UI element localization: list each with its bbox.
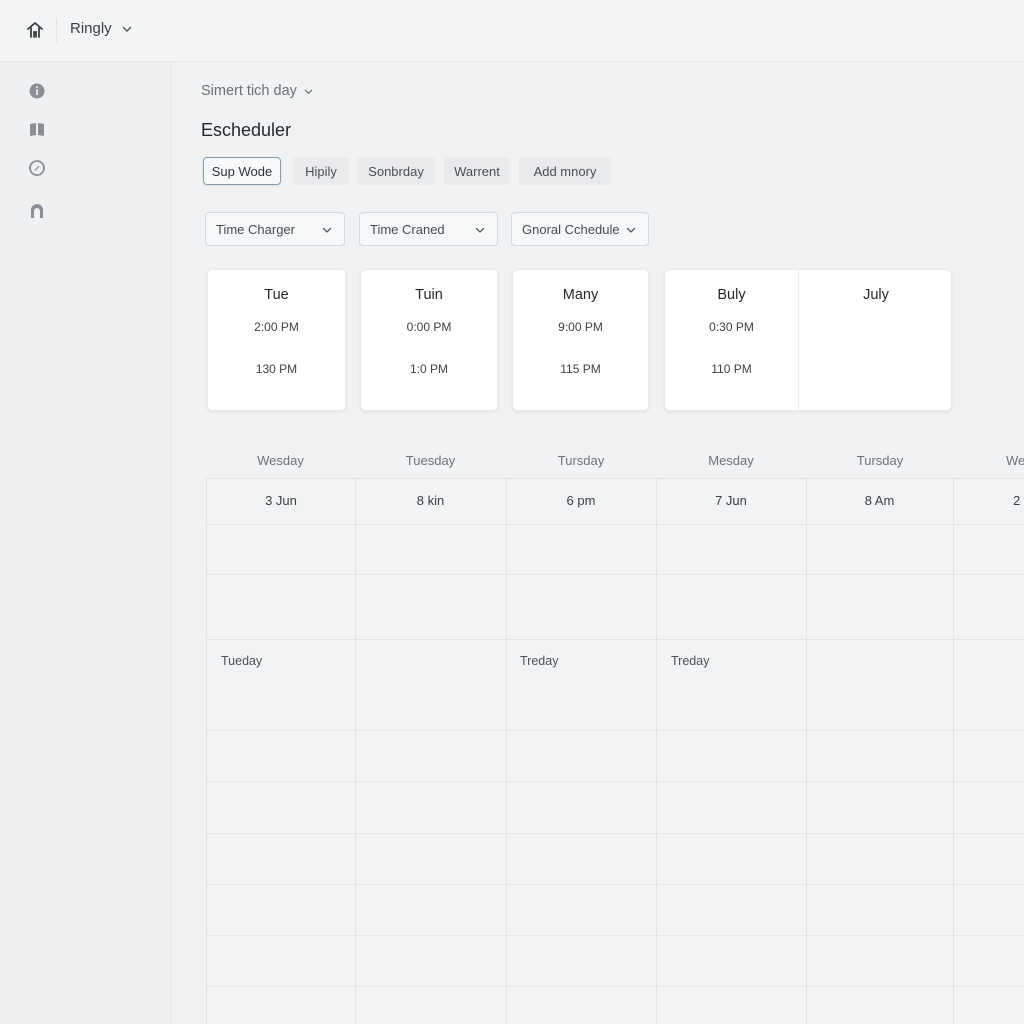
event-label[interactable]: Treday <box>671 654 709 668</box>
tab-warrent[interactable]: Warrent <box>444 157 510 185</box>
info-icon[interactable] <box>28 82 46 100</box>
filter-gnoral-cchedule[interactable]: Gnoral Cchedule <box>511 212 649 246</box>
tab-sup-wode[interactable]: Sup Wode <box>203 157 281 185</box>
date-cell[interactable]: 8 Am <box>806 479 953 524</box>
card-time: 0:00 PM <box>406 320 452 334</box>
grid-body: 3 Jun 8 kin 6 pm 7 Jun 8 Am 2 Tueday Tre… <box>206 478 1024 1024</box>
page-title: Escheduler <box>201 120 292 140</box>
card-title: July <box>863 287 889 303</box>
grid-line <box>207 884 1024 885</box>
card-section[interactable]: Buly 0:30 PM 110 PM <box>665 270 799 410</box>
chevron-down-icon <box>626 227 636 233</box>
chevron-down-icon <box>322 227 332 233</box>
bell-icon[interactable] <box>28 202 46 220</box>
grid-line <box>207 781 1024 782</box>
date-cell[interactable]: 8 kin <box>355 479 506 524</box>
day-header: Mesday <box>708 453 754 468</box>
schedule-card[interactable]: Many 9:00 PM 115 PM <box>512 269 649 411</box>
schedule-card[interactable]: Tuin 0:00 PM 1:0 PM <box>360 269 498 411</box>
grid-line <box>207 574 1024 575</box>
main-content: Simert tich day Escheduler Sup Wode Hipi… <box>173 62 1024 1024</box>
topbar-divider <box>56 18 57 42</box>
date-cell[interactable]: 2 <box>953 479 1024 524</box>
grid-line <box>506 479 507 1024</box>
calendar-icon[interactable] <box>28 120 46 138</box>
sidebar <box>0 62 172 1024</box>
tab-hipily[interactable]: Hipily <box>293 157 349 185</box>
filter-time-charger[interactable]: Time Charger <box>205 212 345 246</box>
card-title: Tue <box>264 287 289 303</box>
filter-label: Time Charger <box>216 221 295 237</box>
card-title: Many <box>562 287 599 303</box>
chevron-down-icon <box>122 26 131 32</box>
day-header: Tursday <box>856 453 904 468</box>
tab-sonbrday[interactable]: Sonbrday <box>357 157 435 185</box>
grid-line <box>207 524 1024 525</box>
card-time: 9:00 PM <box>558 320 603 334</box>
view-select-label: Simert tich day <box>201 83 297 99</box>
card-time: 2:00 PM <box>254 320 299 334</box>
date-cell[interactable]: 3 Jun <box>207 479 355 524</box>
card-time: 115 PM <box>560 362 601 376</box>
filter-label: Time Craned <box>370 221 445 237</box>
event-label[interactable]: Treday <box>520 654 558 668</box>
grid-line <box>355 479 356 1024</box>
grid-line <box>207 935 1024 936</box>
schedule-card[interactable]: Tue 2:00 PM 130 PM <box>207 269 346 411</box>
card-time: 1:0 PM <box>409 362 448 376</box>
day-header: Wesday <box>257 453 304 468</box>
schedule-card-wide[interactable]: Buly 0:30 PM 110 PM July <box>664 269 952 411</box>
grid-line <box>207 639 1024 640</box>
view-select[interactable]: Simert tich day <box>201 83 313 99</box>
card-title: Tuin <box>415 287 443 303</box>
grid-line <box>207 986 1024 987</box>
day-header: Tursday <box>557 453 605 468</box>
tab-add-mnory[interactable]: Add mnory <box>519 157 611 185</box>
card-title: Buly <box>717 287 746 303</box>
grid-line <box>953 479 954 1024</box>
home-icon[interactable] <box>26 21 44 39</box>
card-time: 0:30 PM <box>709 320 754 334</box>
card-time: 110 PM <box>711 362 752 376</box>
app-switcher[interactable]: Ringly <box>70 20 132 37</box>
top-bar: Ringly <box>0 0 1024 62</box>
settings-icon[interactable] <box>28 159 46 177</box>
card-section[interactable]: July <box>799 270 953 410</box>
chevron-down-icon <box>475 227 485 233</box>
filter-label: Gnoral Cchedule <box>522 221 620 237</box>
filter-time-craned[interactable]: Time Craned <box>359 212 498 246</box>
card-time: 130 PM <box>255 362 298 376</box>
date-cell[interactable]: 7 Jun <box>656 479 806 524</box>
grid-line <box>207 730 1024 731</box>
grid-line <box>806 479 807 1024</box>
app-name: Ringly <box>70 20 112 37</box>
chevron-down-icon <box>304 89 313 94</box>
day-header: Tuesday <box>405 453 456 468</box>
grid-line <box>207 833 1024 834</box>
event-label[interactable]: Tueday <box>221 654 262 668</box>
grid-line <box>656 479 657 1024</box>
date-cell[interactable]: 6 pm <box>506 479 656 524</box>
day-header: We <box>1006 453 1024 468</box>
calendar-grid: Wesday Tuesday Tursday Mesday Tursday We… <box>206 440 1024 1024</box>
